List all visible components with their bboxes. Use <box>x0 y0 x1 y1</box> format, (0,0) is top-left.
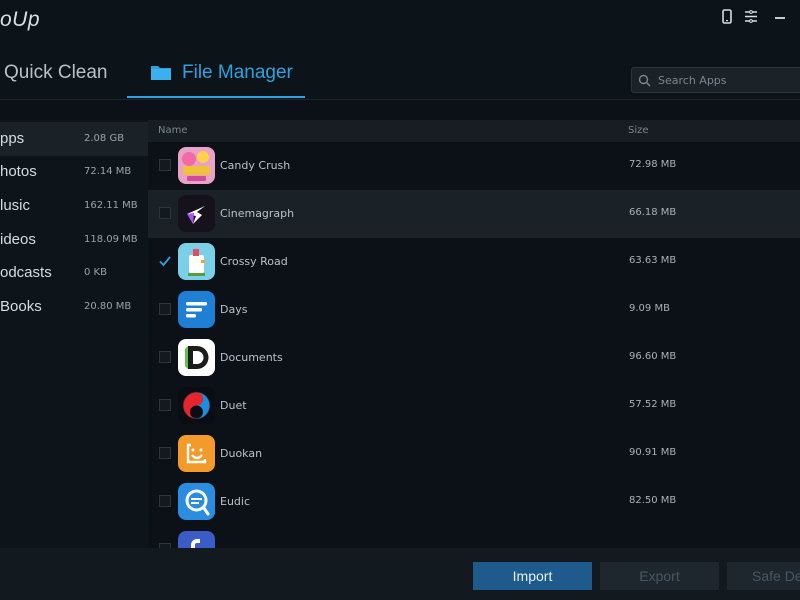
documents-icon <box>178 339 215 376</box>
candy-crush-icon <box>178 147 215 184</box>
row-name: Candy Crush <box>220 159 291 172</box>
row-name: Crossy Road <box>220 255 288 268</box>
import-button[interactable]: Import <box>473 562 592 590</box>
row-checkbox[interactable] <box>159 207 171 219</box>
export-button[interactable]: Export <box>600 562 719 590</box>
app-title: oUp <box>0 8 41 31</box>
list-item[interactable]: Candy Crush 72.98 MB <box>148 142 800 190</box>
sidebar-item-size: 20.80 MB <box>84 301 132 312</box>
days-icon <box>178 291 215 328</box>
sidebar-item-size: 118.09 MB <box>84 234 138 245</box>
list-item[interactable]: Duokan 90.91 MB <box>148 430 800 478</box>
row-size: 9.09 MB <box>629 303 670 314</box>
row-size: 63.63 MB <box>629 255 677 266</box>
search-box[interactable] <box>631 67 800 93</box>
category-sidebar: pps 2.08 GB hotos 72.14 MB lusic 162.11 … <box>0 120 148 548</box>
duokan-icon <box>178 435 215 472</box>
app-list: Candy Crush 72.98 MB Cinemagraph 66.18 M… <box>148 142 800 548</box>
sidebar-item-music[interactable]: lusic 162.11 MB <box>0 189 148 223</box>
list-item[interactable] <box>148 526 800 548</box>
row-checkbox[interactable] <box>159 495 171 507</box>
tab-file-manager-label: File Manager <box>182 62 293 83</box>
row-name: Documents <box>220 351 283 364</box>
sidebar-item-size: 0 KB <box>84 267 107 278</box>
title-bar: oUp <box>0 0 800 40</box>
row-checkbox[interactable] <box>159 399 171 411</box>
sidebar-item-books[interactable]: Books 20.80 MB <box>0 290 148 324</box>
list-item[interactable]: Cinemagraph 66.18 MB <box>148 190 800 238</box>
eudic-icon <box>178 483 215 520</box>
row-checkbox[interactable] <box>159 447 171 459</box>
cinemagraph-icon <box>178 195 215 232</box>
sidebar-item-size: 162.11 MB <box>84 200 138 211</box>
row-checkbox[interactable] <box>159 351 171 363</box>
tab-file-manager[interactable]: File Manager <box>127 62 305 98</box>
row-size: 66.18 MB <box>629 207 677 218</box>
row-name: Duet <box>220 399 247 412</box>
column-header-name[interactable]: Name <box>158 125 188 136</box>
search-icon <box>638 74 651 87</box>
tab-quick-clean[interactable]: Quick Clean <box>4 62 108 98</box>
sidebar-item-photos[interactable]: hotos 72.14 MB <box>0 155 148 189</box>
list-item[interactable]: Documents 96.60 MB <box>148 334 800 382</box>
facebook-icon <box>178 531 215 548</box>
folder-icon <box>151 64 171 80</box>
minimize-icon[interactable] <box>771 8 789 26</box>
sidebar-item-label: lusic <box>0 197 31 214</box>
row-size: 72.98 MB <box>629 159 677 170</box>
column-header-size[interactable]: Size <box>628 125 649 136</box>
row-size: 96.60 MB <box>629 351 677 362</box>
checkmark-icon <box>159 256 171 267</box>
sidebar-item-label: hotos <box>0 163 37 180</box>
menu-icon[interactable] <box>742 8 760 26</box>
list-item[interactable]: Days 9.09 MB <box>148 286 800 334</box>
row-name: Duokan <box>220 447 263 460</box>
row-checkbox[interactable] <box>159 303 171 315</box>
action-footer: Import Export Safe De <box>0 548 800 600</box>
row-size: 82.50 MB <box>629 495 677 506</box>
sidebar-item-apps[interactable]: pps 2.08 GB <box>0 122 148 156</box>
sidebar-item-podcasts[interactable]: odcasts 0 KB <box>0 256 148 290</box>
sidebar-item-label: Books <box>0 298 42 315</box>
list-header: Name Size <box>148 120 800 142</box>
list-item[interactable]: Duet 57.52 MB <box>148 382 800 430</box>
list-item[interactable]: Crossy Road 63.63 MB <box>148 238 800 286</box>
row-name: Eudic <box>220 495 251 508</box>
sidebar-item-label: odcasts <box>0 264 52 281</box>
safe-delete-button[interactable]: Safe De <box>727 562 800 590</box>
list-item[interactable]: Eudic 82.50 MB <box>148 478 800 526</box>
row-name: Days <box>220 303 248 316</box>
row-name: Cinemagraph <box>220 207 295 220</box>
row-size: 90.91 MB <box>629 447 677 458</box>
sidebar-item-size: 2.08 GB <box>84 133 125 144</box>
row-checkbox[interactable] <box>159 159 171 171</box>
search-input[interactable] <box>658 71 798 89</box>
phone-icon[interactable] <box>718 8 736 26</box>
sidebar-item-label: ideos <box>0 231 36 248</box>
crossy-road-icon <box>178 243 215 280</box>
sidebar-item-size: 72.14 MB <box>84 166 132 177</box>
row-checkbox[interactable] <box>159 255 171 267</box>
sidebar-item-videos[interactable]: ideos 118.09 MB <box>0 223 148 257</box>
sidebar-item-label: pps <box>0 130 25 147</box>
row-size: 57.52 MB <box>629 399 677 410</box>
duet-icon <box>178 387 215 424</box>
